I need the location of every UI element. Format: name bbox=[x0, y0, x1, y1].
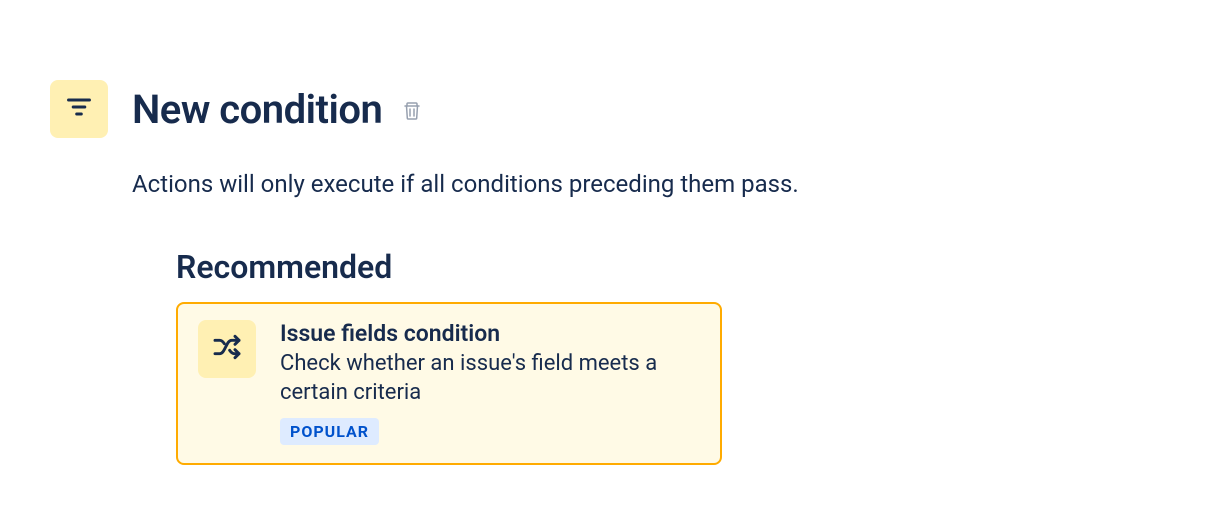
page-title: New condition bbox=[132, 86, 382, 133]
shuffle-icon bbox=[211, 331, 243, 367]
condition-card-issue-fields[interactable]: Issue fields condition Check whether an … bbox=[176, 302, 722, 465]
filter-icon bbox=[65, 93, 93, 125]
condition-icon-wrap bbox=[50, 80, 108, 138]
recommended-section: Recommended Issue fields condition Check… bbox=[176, 248, 1168, 465]
card-icon-wrap bbox=[198, 320, 256, 378]
delete-button[interactable] bbox=[400, 101, 424, 125]
card-body: Issue fields condition Check whether an … bbox=[280, 320, 700, 445]
card-description: Check whether an issue's field meets a c… bbox=[280, 349, 700, 408]
popular-badge: POPULAR bbox=[280, 418, 379, 445]
card-title: Issue fields condition bbox=[280, 320, 700, 347]
section-title: Recommended bbox=[176, 248, 1168, 286]
header-description: Actions will only execute if all conditi… bbox=[132, 168, 1168, 202]
trash-icon bbox=[403, 101, 421, 125]
header-row: New condition bbox=[50, 80, 1168, 138]
